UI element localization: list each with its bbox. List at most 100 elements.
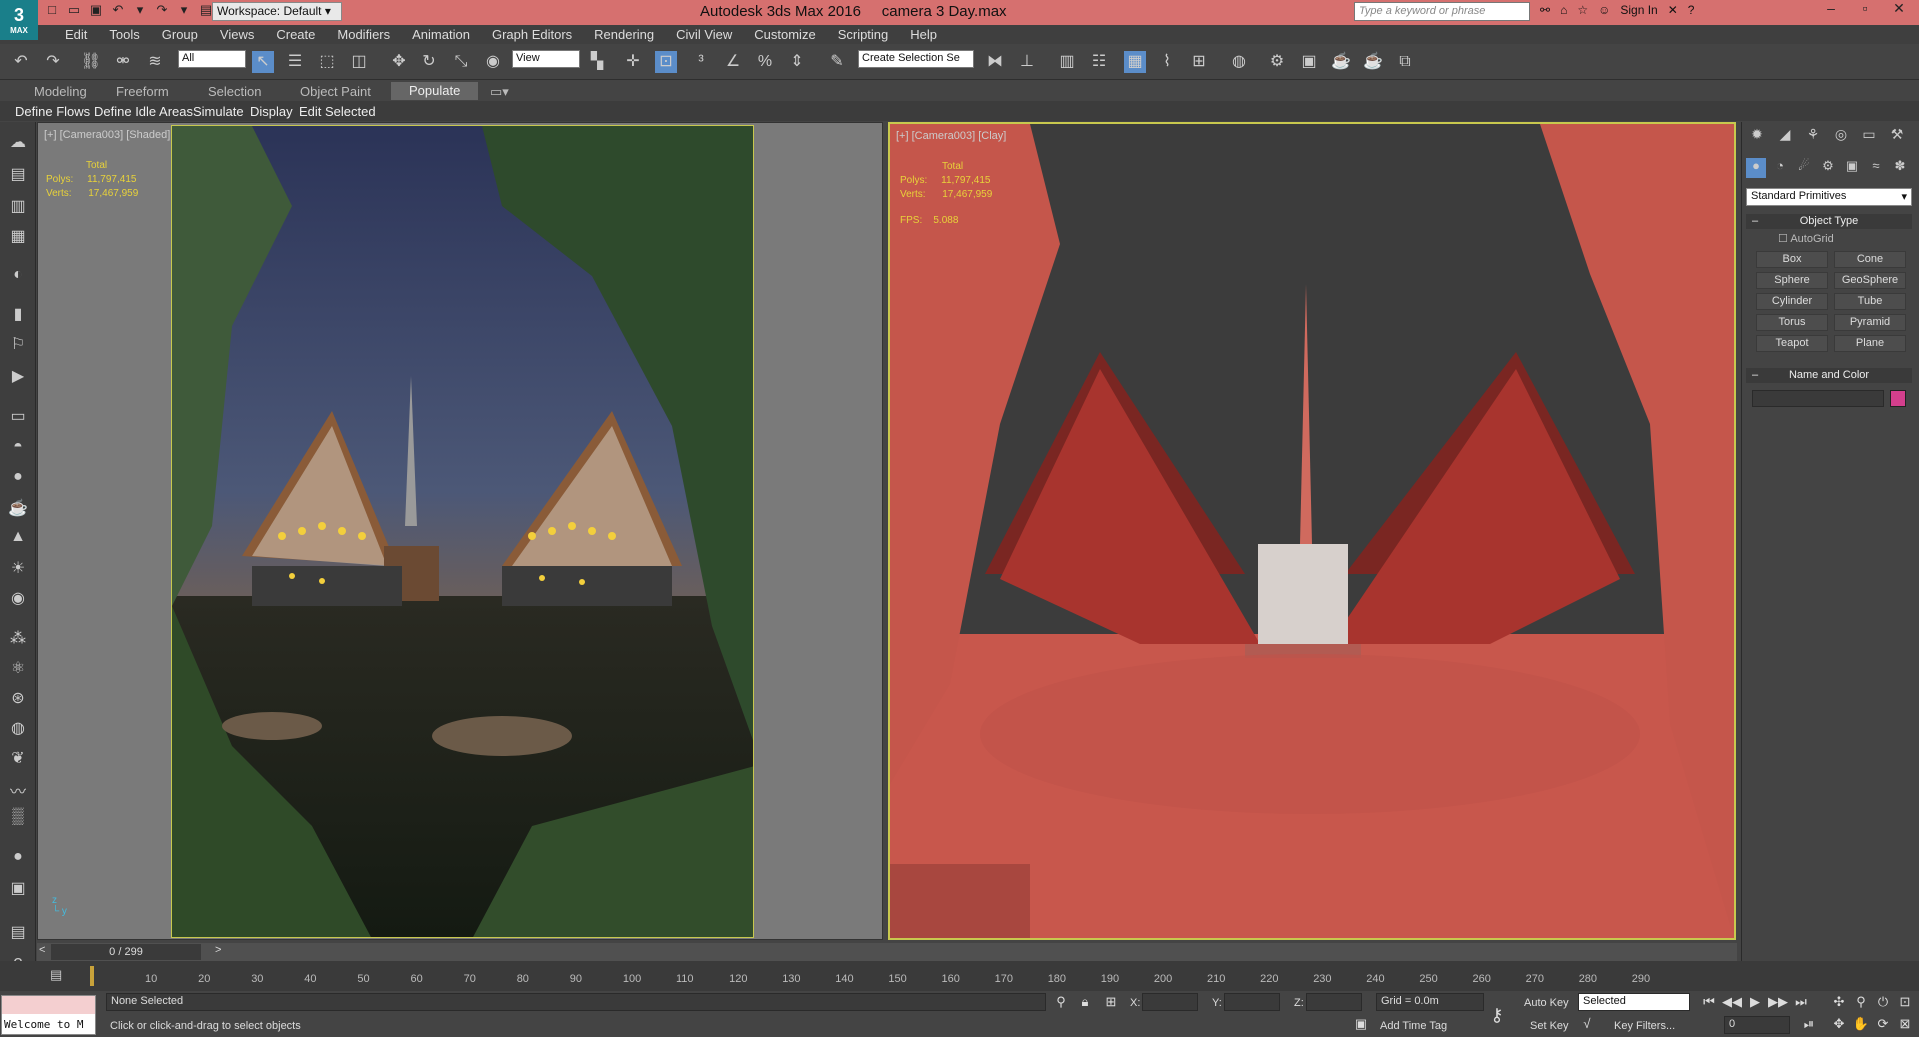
display-tab-icon[interactable]: ▭ <box>1858 126 1880 148</box>
ribbon-options-icon[interactable]: ▭▾ <box>490 84 509 100</box>
menu-customize[interactable]: Customize <box>743 25 826 44</box>
undo-dropdown-icon[interactable]: ▾ <box>132 2 148 18</box>
network-icon[interactable]: ⊛ <box>7 688 29 710</box>
window-crossing-icon[interactable]: ◫ <box>348 51 370 73</box>
layer-explorer-icon[interactable]: ▥ <box>1056 51 1078 73</box>
z-coordinate-input[interactable] <box>1306 993 1362 1011</box>
bind-space-warp-icon[interactable]: ≋ <box>144 51 166 73</box>
isolate-icon[interactable]: ⚲ <box>1052 994 1070 1012</box>
move-icon[interactable]: ✥ <box>388 51 410 73</box>
viewport-label[interactable]: [+] [Camera003] [Clay] <box>896 130 1006 142</box>
menu-edit[interactable]: Edit <box>54 25 98 44</box>
select-object-icon[interactable]: ↖ <box>252 51 274 73</box>
globe-icon[interactable]: ◍ <box>7 718 29 740</box>
disk-icon[interactable]: ◉ <box>7 588 29 610</box>
scene-explorer-icon[interactable]: ▦ <box>1124 51 1146 73</box>
time-slider[interactable]: 0 / 299 <box>51 944 201 960</box>
help-icon[interactable]: ? <box>1688 3 1695 17</box>
primitive-category-dropdown[interactable]: Standard Primitives ▾ <box>1746 188 1912 206</box>
material-editor-icon[interactable]: ◍ <box>1228 51 1250 73</box>
tab-populate[interactable]: Populate <box>391 82 479 100</box>
cone-button[interactable]: Cone <box>1834 251 1906 268</box>
toggle-ribbon-icon[interactable]: ☷ <box>1088 51 1110 73</box>
menu-tools[interactable]: Tools <box>98 25 150 44</box>
tube-button[interactable]: Tube <box>1834 293 1906 310</box>
render-production-icon[interactable]: ☕ <box>1330 51 1352 73</box>
molecule-icon[interactable]: ⚛ <box>7 658 29 680</box>
key-icon[interactable]: ⚷ <box>1488 1005 1506 1025</box>
add-time-tag-button[interactable]: Add Time Tag <box>1380 1020 1447 1032</box>
maximize-viewport-icon[interactable]: ⊡ <box>1896 994 1914 1012</box>
object-type-rollout[interactable]: – Object Type <box>1746 214 1912 229</box>
selection-filter-dropdown[interactable]: All <box>178 50 246 68</box>
menu-modifiers[interactable]: Modifiers <box>326 25 401 44</box>
min-max-toggle-icon[interactable]: ⊠ <box>1896 1016 1914 1034</box>
close-button[interactable]: ✕ <box>1884 0 1914 20</box>
light-icon[interactable]: ◐ <box>7 266 29 288</box>
tab-object-paint[interactable]: Object Paint <box>300 84 371 99</box>
unlink-icon[interactable]: ⚮ <box>112 51 134 73</box>
object-color-swatch[interactable] <box>1890 390 1906 407</box>
curve-editor-icon[interactable]: ⌇ <box>1156 51 1178 73</box>
orbit-icon[interactable]: ✥ <box>1830 1016 1848 1034</box>
subscription-icon[interactable]: ⌂ <box>1560 3 1567 17</box>
geosphere-button[interactable]: GeoSphere <box>1834 272 1906 289</box>
link-icon[interactable]: ⛓ <box>80 51 102 73</box>
go-to-end-icon[interactable]: ⏭ <box>1792 994 1810 1012</box>
define-idle-areas-button[interactable]: Define Idle Areas <box>94 104 193 119</box>
search-input[interactable]: Type a keyword or phrase <box>1354 2 1530 21</box>
schematic-view-icon[interactable]: ⊞ <box>1188 51 1210 73</box>
hand-icon[interactable]: ☁ <box>7 132 29 154</box>
set-key-button[interactable]: Set Key <box>1530 1020 1569 1032</box>
tab-selection[interactable]: Selection <box>208 84 261 99</box>
rig-icon[interactable]: ⚐ <box>7 334 29 356</box>
autogrid-checkbox[interactable]: ☐ AutoGrid <box>1778 232 1834 245</box>
chart-icon[interactable]: ▣ <box>7 878 29 900</box>
texture-icon[interactable]: ▒ <box>7 808 29 830</box>
render-iterative-icon[interactable]: ☕ <box>1362 51 1384 73</box>
minimize-button[interactable]: – <box>1816 0 1846 20</box>
particles-icon[interactable]: ⁂ <box>7 628 29 650</box>
box-button[interactable]: Box <box>1756 251 1828 268</box>
sphere-button[interactable]: Sphere <box>1756 272 1828 289</box>
torus-button[interactable]: Torus <box>1756 314 1828 331</box>
open-file-icon[interactable]: ▭ <box>66 2 82 18</box>
scale-icon[interactable]: ⤡ <box>450 51 472 73</box>
undo-icon[interactable]: ↶ <box>110 2 126 18</box>
time-tag-icon[interactable]: ▣ <box>1352 1016 1370 1034</box>
zoom-icon[interactable]: ✣ <box>1830 994 1848 1012</box>
spacewarps-icon[interactable]: ≈ <box>1866 158 1886 178</box>
align-icon[interactable]: ⊥ <box>1016 51 1038 73</box>
shapes-icon[interactable]: ◔ <box>1770 158 1790 178</box>
maxscript-listener[interactable]: Welcome to M <box>1 995 96 1035</box>
go-to-start-icon[interactable]: ⏮ <box>1700 994 1718 1012</box>
menu-scripting[interactable]: Scripting <box>827 25 900 44</box>
sun-icon[interactable]: ☀ <box>7 558 29 580</box>
place-icon[interactable]: ◉ <box>482 51 504 73</box>
viewport-camera-shaded[interactable]: [+] [Camera003] [Shaded] Total Polys: 11… <box>37 122 883 940</box>
named-selection-dropdown[interactable]: Create Selection Se <box>858 50 974 68</box>
menu-graph-editors[interactable]: Graph Editors <box>481 25 583 44</box>
rectangle-icon[interactable]: ▭ <box>7 406 29 428</box>
leaf-icon[interactable]: ❦ <box>7 748 29 770</box>
pyramid-button[interactable]: Pyramid <box>1834 314 1906 331</box>
motion-tab-icon[interactable]: ◎ <box>1830 126 1852 148</box>
pivot-icon[interactable]: ▚ <box>586 51 608 73</box>
next-key-icon[interactable]: ▶▶ <box>1768 994 1788 1012</box>
field-of-view-icon[interactable]: ⏻ <box>1874 994 1892 1012</box>
menu-help[interactable]: Help <box>899 25 948 44</box>
viewport-label[interactable]: [+] [Camera003] [Shaded] <box>44 129 170 141</box>
key-mode-icon[interactable]: ⏯ <box>1800 1016 1818 1034</box>
save-icon[interactable]: ▣ <box>88 2 104 18</box>
mirror-icon[interactable]: ⧓ <box>984 51 1006 73</box>
current-frame-marker[interactable] <box>90 966 94 986</box>
play-icon[interactable]: ▶ <box>1746 994 1764 1012</box>
menu-views[interactable]: Views <box>209 25 265 44</box>
menu-civil-view[interactable]: Civil View <box>665 25 743 44</box>
rendered-frame-icon[interactable]: ▣ <box>1298 51 1320 73</box>
rect-selection-icon[interactable]: ⬚ <box>316 51 338 73</box>
display-button[interactable]: Display <box>250 104 293 119</box>
wrench-icon[interactable]: ▤ <box>7 164 29 186</box>
track-bar[interactable]: ▤ 10 20 30 40 50 60 70 80 90 100 110 120 130 140 150 16… <box>0 961 1919 991</box>
create-tab-icon[interactable]: ✹ <box>1746 126 1768 148</box>
